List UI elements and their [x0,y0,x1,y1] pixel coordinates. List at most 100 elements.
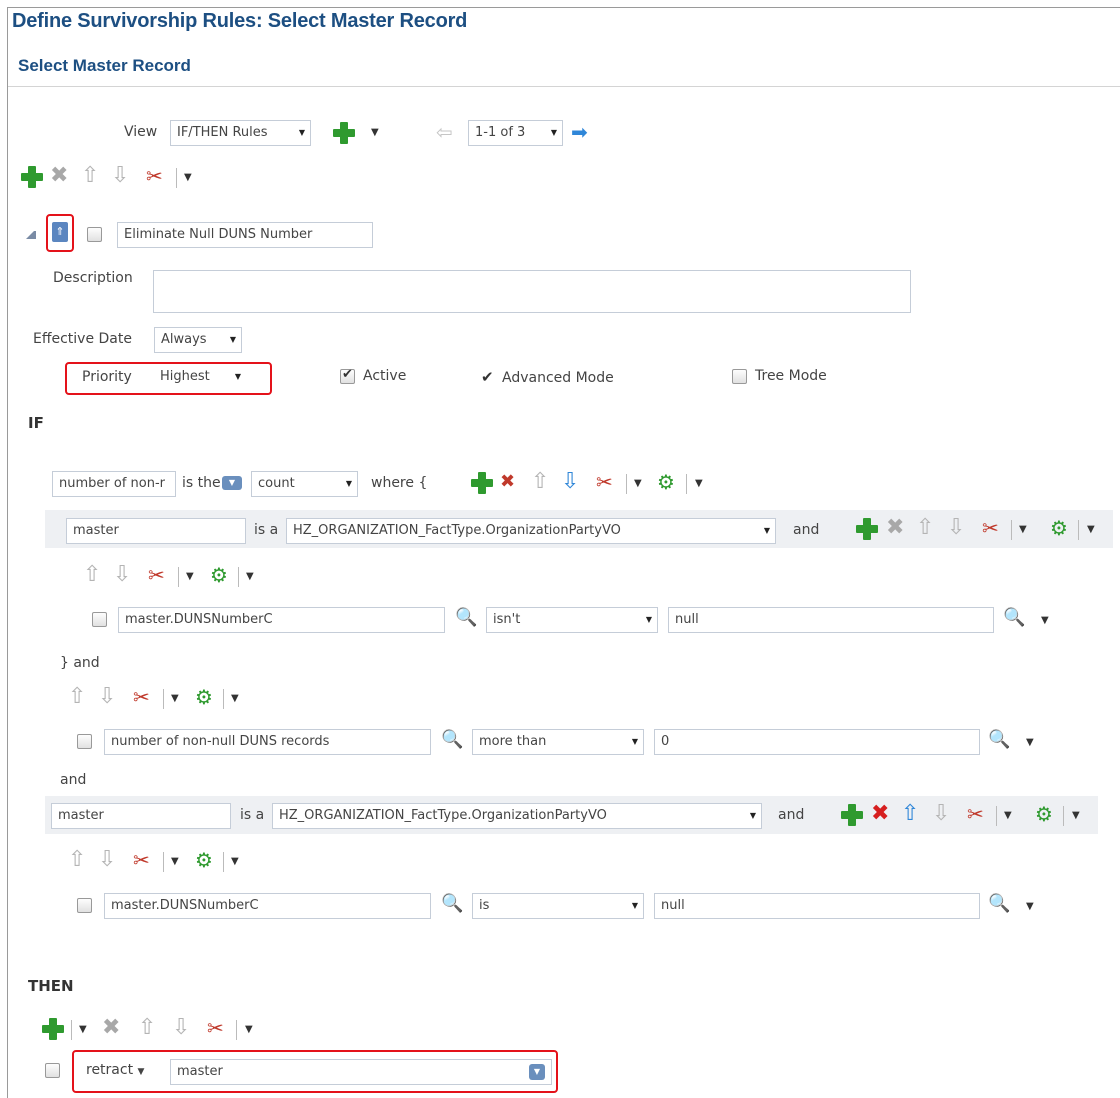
move-down-icon[interactable]: ⇩ [172,1017,190,1039]
expand-triangle-icon[interactable] [26,229,36,239]
search-icon[interactable]: 🔍 [441,893,463,915]
view-select[interactable]: IF/THEN Rules [170,120,311,146]
more-dropdown-icon[interactable]: ▼ [246,566,254,588]
test-checkbox[interactable] [77,898,92,913]
move-up-icon[interactable]: ⇧ [83,564,101,586]
settings-gear-icon[interactable]: ⚙ [195,849,213,871]
active-checkbox[interactable] [340,367,355,384]
move-down-icon[interactable]: ⇩ [111,165,129,187]
collapse-rule-icon[interactable]: ⇑ [52,222,68,242]
cut-icon[interactable]: ✂ [207,1017,224,1039]
next-arrow-icon[interactable]: ➡ [571,121,588,143]
test-value-input[interactable]: 0 [654,729,980,755]
search-icon[interactable]: 🔍 [988,893,1010,915]
delete-icon[interactable]: ✖ [871,803,889,825]
move-up-icon[interactable]: ⇧ [531,471,549,493]
more-dropdown-icon[interactable]: ▼ [171,688,179,710]
move-up-icon[interactable]: ⇧ [916,517,934,539]
add-icon[interactable] [841,804,863,826]
add-action-icon[interactable] [42,1018,64,1040]
rule-name-field[interactable]: Eliminate Null DUNS Number [117,222,373,248]
cut-icon[interactable]: ✂ [146,165,163,187]
description-textarea[interactable] [153,270,911,313]
move-down-icon[interactable]: ⇩ [561,471,579,493]
more-dropdown-icon[interactable]: ▼ [245,1019,253,1041]
delete-multiple-icon[interactable]: ✖ [500,471,515,493]
cut-icon[interactable]: ✂ [133,849,150,871]
previous-arrow-icon[interactable]: ⇦ [436,121,453,143]
add-menu-dropdown-icon[interactable]: ▼ [371,122,379,144]
add-icon[interactable] [856,518,878,540]
aggregate-dropdown-icon[interactable]: ▼ [222,476,242,490]
search-icon[interactable]: 🔍 [441,729,463,751]
delete-icon[interactable]: ✖ [50,165,68,187]
move-up-icon[interactable]: ⇧ [68,849,86,871]
search-icon[interactable]: 🔍 [1003,607,1025,629]
target-dropdown-icon[interactable]: ▼ [529,1064,545,1080]
pattern-variable-field[interactable]: master [51,803,231,829]
more-dropdown-icon[interactable]: ▼ [1026,732,1034,754]
more-dropdown-icon[interactable]: ▼ [1004,805,1012,827]
more-dropdown-icon[interactable]: ▼ [634,473,642,495]
action-type-dropdown[interactable]: retract ▼ [86,1062,144,1078]
test-field-input[interactable]: number of non-null DUNS records [104,729,431,755]
more-dropdown-icon[interactable]: ▼ [184,167,192,189]
move-down-icon[interactable]: ⇩ [98,686,116,708]
more-dropdown-icon[interactable]: ▼ [231,851,239,873]
test-value-input[interactable]: null [668,607,994,633]
effective-date-select[interactable]: Always [154,327,242,353]
settings-gear-icon[interactable]: ⚙ [657,471,675,493]
fact-type-select[interactable]: HZ_ORGANIZATION_FactType.OrganizationPar… [286,518,776,544]
cut-icon[interactable]: ✂ [596,471,613,493]
cut-icon[interactable]: ✂ [133,686,150,708]
aggregate-variable-field[interactable]: number of non-r [52,471,176,497]
more-dropdown-icon[interactable]: ▼ [1072,805,1080,827]
add-pattern-icon[interactable] [471,472,493,494]
search-icon[interactable]: 🔍 [988,729,1010,751]
more-dropdown-icon[interactable]: ▼ [231,688,239,710]
move-down-icon[interactable]: ⇩ [932,803,950,825]
operator-select[interactable]: is [472,893,644,919]
move-up-icon[interactable]: ⇧ [81,165,99,187]
action-target-field[interactable]: master [170,1059,552,1085]
more-dropdown-icon[interactable]: ▼ [1041,610,1049,632]
action-checkbox[interactable] [45,1063,60,1078]
settings-gear-icon[interactable]: ⚙ [210,564,228,586]
test-field-input[interactable]: master.DUNSNumberC [118,607,445,633]
rule-checkbox[interactable] [87,227,102,242]
test-value-input[interactable]: null [654,893,980,919]
move-up-icon[interactable]: ⇧ [68,686,86,708]
more-dropdown-icon[interactable]: ▼ [1019,519,1027,541]
pager-select[interactable]: 1-1 of 3 [468,120,563,146]
add-icon[interactable] [21,166,43,188]
priority-select[interactable]: Highest [153,364,247,390]
more-dropdown-icon[interactable]: ▼ [695,473,703,495]
move-down-icon[interactable]: ⇩ [113,564,131,586]
more-dropdown-icon[interactable]: ▼ [1087,519,1095,541]
test-checkbox[interactable] [77,734,92,749]
add-rule-plus-icon[interactable] [333,122,355,144]
tree-mode-checkbox[interactable] [732,369,747,384]
operator-select[interactable]: isn't [486,607,658,633]
move-down-icon[interactable]: ⇩ [98,849,116,871]
search-icon[interactable]: 🔍 [455,607,477,629]
cut-icon[interactable]: ✂ [967,803,984,825]
move-down-icon[interactable]: ⇩ [947,517,965,539]
operator-select[interactable]: more than [472,729,644,755]
settings-gear-icon[interactable]: ⚙ [195,686,213,708]
move-up-icon[interactable]: ⇧ [901,803,919,825]
more-dropdown-icon[interactable]: ▼ [1026,896,1034,918]
cut-icon[interactable]: ✂ [982,517,999,539]
more-dropdown-icon[interactable]: ▼ [186,566,194,588]
aggregate-function-select[interactable]: count [251,471,358,497]
move-up-icon[interactable]: ⇧ [138,1017,156,1039]
settings-gear-icon[interactable]: ⚙ [1035,803,1053,825]
delete-icon[interactable]: ✖ [886,517,904,539]
advanced-mode-check-icon[interactable]: ✔ [481,368,494,386]
pattern-variable-field[interactable]: master [66,518,246,544]
settings-gear-icon[interactable]: ⚙ [1050,517,1068,539]
test-field-input[interactable]: master.DUNSNumberC [104,893,431,919]
delete-icon[interactable]: ✖ [102,1017,120,1039]
fact-type-select[interactable]: HZ_ORGANIZATION_FactType.OrganizationPar… [272,803,762,829]
more-dropdown-icon[interactable]: ▼ [171,851,179,873]
